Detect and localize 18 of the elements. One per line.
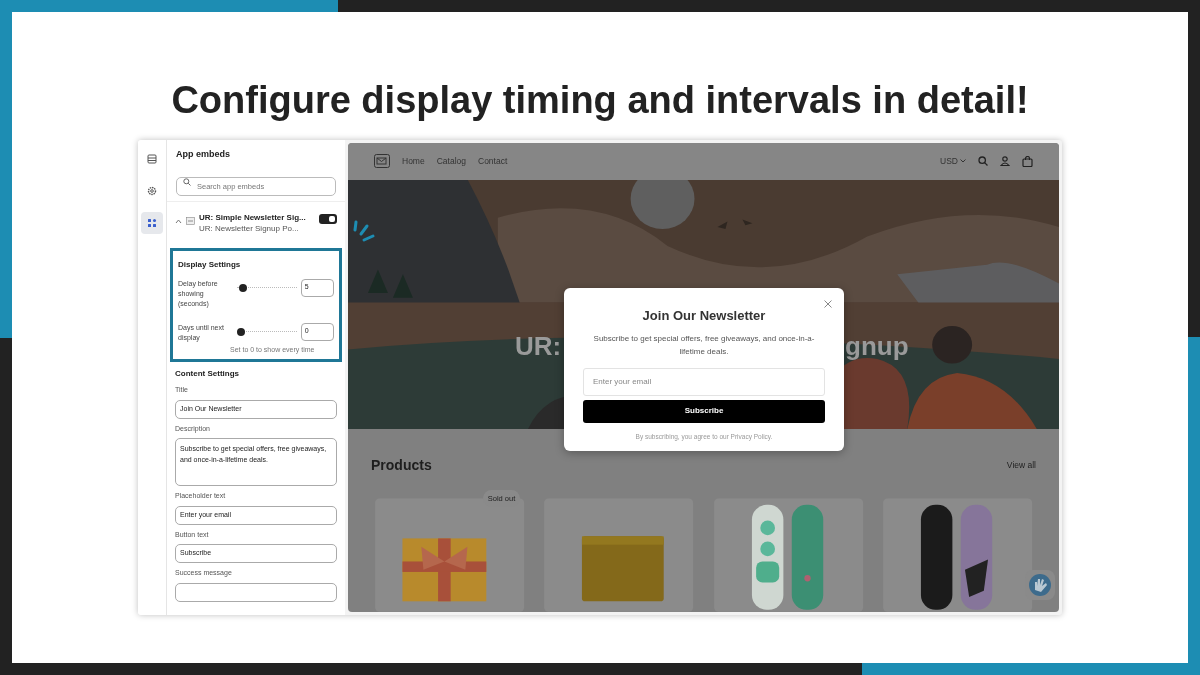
section-title: Display Settings bbox=[178, 258, 242, 271]
email-field[interactable]: Enter your email bbox=[583, 367, 825, 396]
modal-description: Subscribe to get special offers, free giveaways, and once-in-a-lifetime deals. bbox=[592, 332, 816, 358]
modal-title: Join Our Newsletter bbox=[642, 307, 766, 325]
section-heading: Products bbox=[371, 456, 432, 476]
embed-name: UR: Simple Newsletter Sig... bbox=[199, 211, 307, 223]
embed-subtitle: UR: Newsletter Signup Po... bbox=[199, 222, 300, 234]
hero-title: gnup bbox=[845, 329, 909, 363]
nav-link[interactable]: Home bbox=[402, 155, 425, 168]
headline: Configure display timing and intervals in detail! bbox=[171, 78, 1029, 123]
section-title: Content Settings bbox=[175, 368, 240, 380]
nav-link[interactable]: Contact bbox=[478, 155, 508, 168]
hero-title: UR: bbox=[515, 329, 562, 363]
nav-link[interactable]: Catalog bbox=[436, 155, 466, 168]
panel-title: App embeds bbox=[176, 148, 231, 161]
view-all-link[interactable]: View all bbox=[1006, 459, 1036, 473]
currency-selector[interactable]: USD bbox=[940, 155, 966, 168]
subscribe-button[interactable]: Subscribe bbox=[583, 399, 825, 423]
